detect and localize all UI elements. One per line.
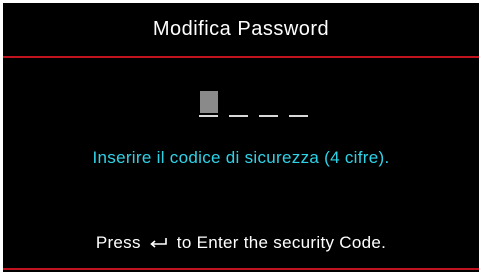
security-code-input[interactable] bbox=[199, 87, 319, 117]
enter-hint: Press to Enter the security Code. bbox=[3, 233, 479, 253]
input-cursor bbox=[200, 91, 218, 113]
instruction-text: Inserire il codice di sicurezza (4 cifre… bbox=[92, 148, 390, 167]
hint-suffix: to Enter the security Code. bbox=[176, 233, 387, 252]
code-digit-2[interactable] bbox=[229, 91, 248, 117]
bottom-divider bbox=[3, 268, 479, 270]
code-digit-4[interactable] bbox=[289, 91, 308, 117]
code-digit-1[interactable] bbox=[199, 91, 218, 117]
code-digit-3[interactable] bbox=[259, 91, 278, 117]
title-divider bbox=[3, 56, 479, 58]
password-dialog: Modifica Password Inserire il codice di … bbox=[2, 2, 480, 273]
enter-return-icon bbox=[150, 238, 167, 248]
dialog-title: Modifica Password bbox=[152, 18, 330, 40]
hint-prefix: Press bbox=[95, 233, 141, 252]
